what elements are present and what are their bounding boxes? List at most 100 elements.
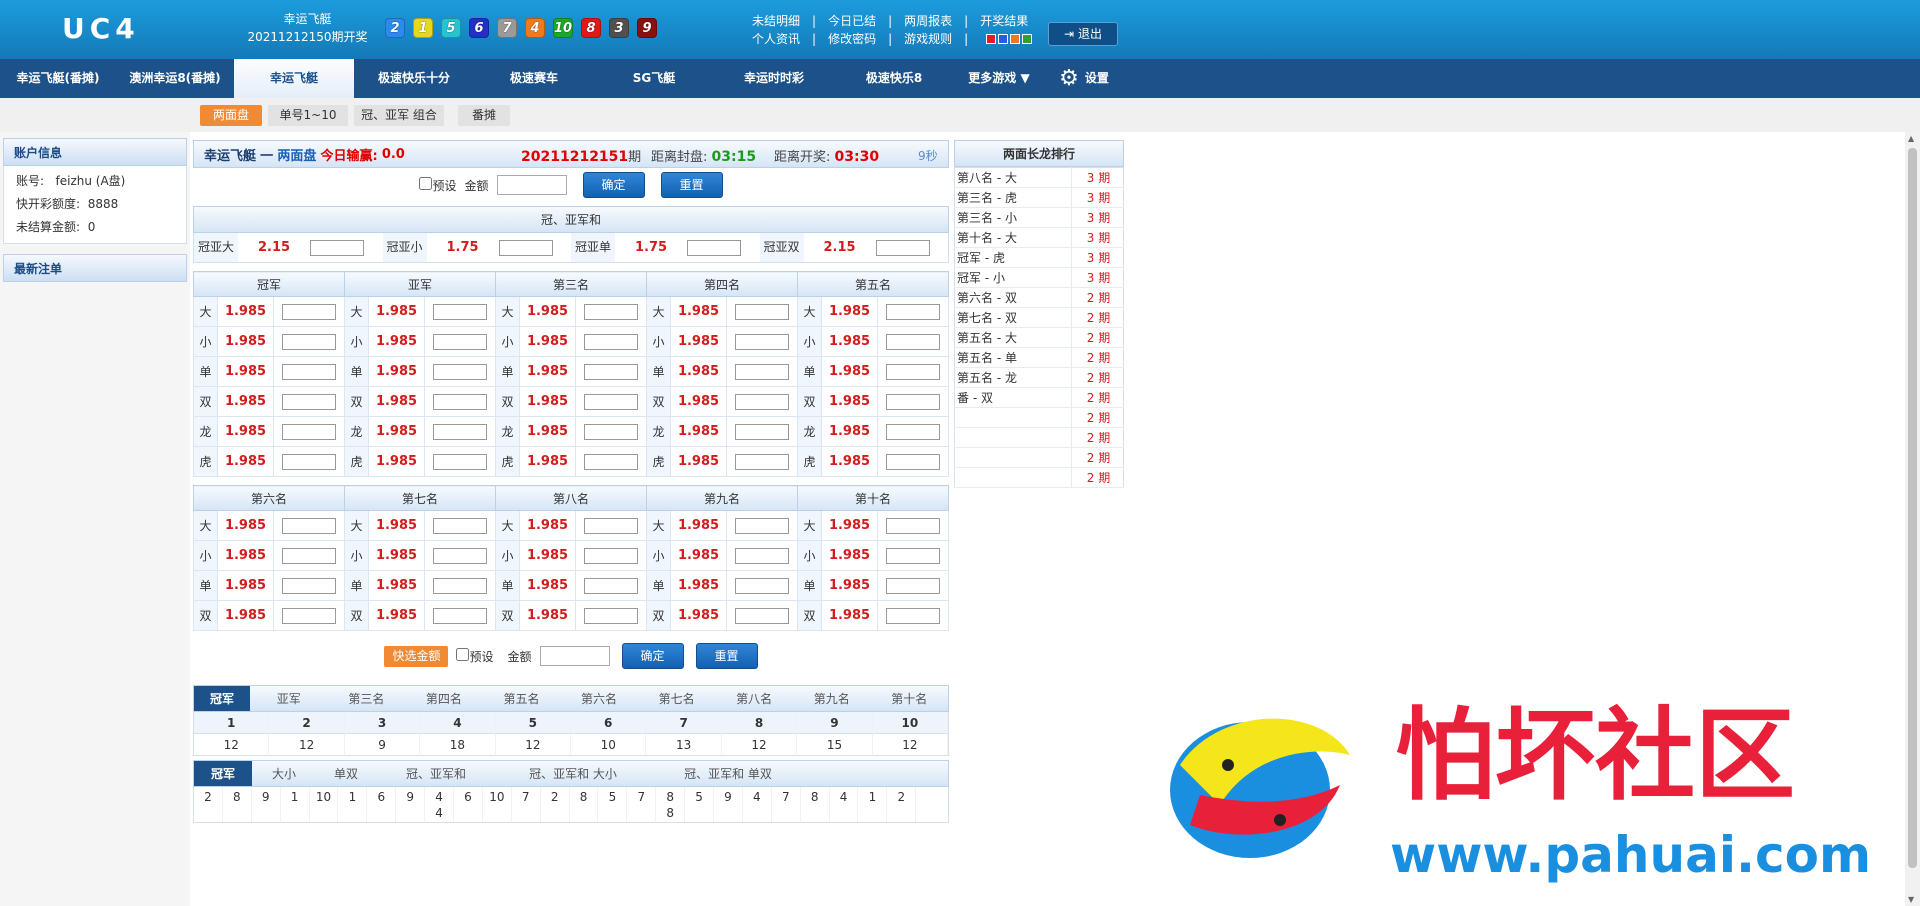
bet-amount-input[interactable] xyxy=(735,577,789,594)
recent-bets-title[interactable]: 最新注单 xyxy=(3,254,187,282)
bet-amount-input[interactable] xyxy=(584,363,638,380)
bet-amount-input[interactable] xyxy=(433,577,487,594)
nav-tab-6[interactable]: SG飞艇 xyxy=(594,59,714,98)
stats-tab-3[interactable]: 第三名 xyxy=(328,686,406,711)
subtab-two-sides[interactable]: 两面盘 xyxy=(200,105,262,126)
bet-amount-input[interactable] xyxy=(886,423,940,440)
stats-tab-7[interactable]: 第七名 xyxy=(638,686,716,711)
bet-amount-input[interactable] xyxy=(282,393,336,410)
bet-amount-input[interactable] xyxy=(433,393,487,410)
subtab-single-number[interactable]: 单号1~10 xyxy=(268,105,348,126)
gyh-amount-input[interactable] xyxy=(875,239,930,256)
bet-amount-input[interactable] xyxy=(433,453,487,470)
header-link-hrow1-2[interactable]: 两周报表 xyxy=(904,12,952,30)
theme-swatch-1[interactable] xyxy=(986,34,997,44)
subtab-champion-runner-combo[interactable]: 冠、亚军 组合 xyxy=(354,105,444,126)
trend-tab-3[interactable]: 单双 xyxy=(316,761,376,786)
nav-tab-7[interactable]: 幸运时时彩 xyxy=(714,59,834,98)
bet-amount-input[interactable] xyxy=(433,607,487,624)
bet-amount-input[interactable] xyxy=(735,333,789,350)
stats-tab-5[interactable]: 第五名 xyxy=(483,686,561,711)
preset-checkbox-label-bottom[interactable]: 预设 xyxy=(456,647,493,665)
bet-amount-input[interactable] xyxy=(886,517,940,534)
preset-checkbox-bottom[interactable] xyxy=(456,647,470,661)
amount-input[interactable] xyxy=(496,175,567,195)
bet-amount-input[interactable] xyxy=(433,333,487,350)
bet-amount-input[interactable] xyxy=(886,607,940,624)
bet-amount-input[interactable] xyxy=(886,453,940,470)
bet-amount-input[interactable] xyxy=(886,363,940,380)
bet-amount-input[interactable] xyxy=(735,393,789,410)
reset-button[interactable]: 重置 xyxy=(660,172,723,198)
stats-tab-2[interactable]: 亚军 xyxy=(250,686,328,711)
bet-amount-input[interactable] xyxy=(282,303,336,320)
gyh-amount-input[interactable] xyxy=(310,239,365,256)
bet-amount-input[interactable] xyxy=(282,517,336,534)
trend-tab-2[interactable]: 大小 xyxy=(252,761,316,786)
stats-tab-6[interactable]: 第六名 xyxy=(560,686,638,711)
bet-amount-input[interactable] xyxy=(433,303,487,320)
nav-tab-3[interactable]: 幸运飞艇 xyxy=(234,59,354,98)
bet-amount-input[interactable] xyxy=(584,423,638,440)
bet-amount-input[interactable] xyxy=(282,453,336,470)
logout-button[interactable]: ⇥ 退出 xyxy=(1048,22,1118,46)
bet-amount-input[interactable] xyxy=(886,577,940,594)
preset-checkbox[interactable] xyxy=(419,176,433,190)
bet-amount-input[interactable] xyxy=(584,607,638,624)
bet-amount-input[interactable] xyxy=(282,363,336,380)
header-link-hrow1-3[interactable]: 开奖结果 xyxy=(980,12,1028,30)
theme-swatch-4[interactable] xyxy=(1022,34,1033,44)
bet-amount-input[interactable] xyxy=(433,423,487,440)
nav-tab-1[interactable]: 幸运飞艇(番摊) xyxy=(0,59,116,98)
bet-amount-input[interactable] xyxy=(282,577,336,594)
stats-tab-10[interactable]: 第十名 xyxy=(871,686,949,711)
scroll-up-icon[interactable]: ▲ xyxy=(1908,134,1914,143)
bet-amount-input[interactable] xyxy=(584,453,638,470)
amount-input-bottom[interactable] xyxy=(539,646,610,666)
bet-amount-input[interactable] xyxy=(433,363,487,380)
header-link-hrow2-0[interactable]: 个人资讯 xyxy=(752,30,800,48)
bet-amount-input[interactable] xyxy=(433,547,487,564)
preset-checkbox-label[interactable]: 预设 xyxy=(419,176,456,194)
nav-tab-9[interactable]: 更多游戏 ▼ xyxy=(954,59,1044,98)
nav-tab-4[interactable]: 极速快乐十分 xyxy=(354,59,474,98)
trend-tab-5[interactable]: 冠、亚军和 大小 xyxy=(496,761,650,786)
bet-amount-input[interactable] xyxy=(735,363,789,380)
scroll-thumb[interactable] xyxy=(1908,148,1917,868)
confirm-button[interactable]: 确定 xyxy=(582,172,645,198)
theme-swatch-2[interactable] xyxy=(998,34,1009,44)
page-scrollbar[interactable]: ▲ ▼ xyxy=(1905,132,1920,906)
bet-amount-input[interactable] xyxy=(735,453,789,470)
bet-amount-input[interactable] xyxy=(735,423,789,440)
trend-tab-6[interactable]: 冠、亚军和 单双 xyxy=(650,761,806,786)
gyh-amount-input[interactable] xyxy=(498,239,553,256)
bet-amount-input[interactable] xyxy=(282,547,336,564)
scroll-down-icon[interactable]: ▼ xyxy=(1908,895,1914,904)
bet-amount-input[interactable] xyxy=(584,547,638,564)
bet-amount-input[interactable] xyxy=(584,577,638,594)
gyh-amount-input[interactable] xyxy=(687,239,742,256)
settings-button[interactable]: ⚙ 设置 xyxy=(1044,59,1124,98)
bet-amount-input[interactable] xyxy=(735,547,789,564)
bet-amount-input[interactable] xyxy=(735,607,789,624)
stats-tab-1[interactable]: 冠军 xyxy=(194,686,250,711)
refresh-timer[interactable]: 9秒 xyxy=(918,147,938,164)
stats-tab-4[interactable]: 第四名 xyxy=(405,686,483,711)
nav-tab-5[interactable]: 极速赛车 xyxy=(474,59,594,98)
bet-amount-input[interactable] xyxy=(584,517,638,534)
bet-amount-input[interactable] xyxy=(282,333,336,350)
bet-amount-input[interactable] xyxy=(886,303,940,320)
trend-tab-1[interactable]: 冠军 xyxy=(194,761,252,786)
bet-amount-input[interactable] xyxy=(735,303,789,320)
bet-amount-input[interactable] xyxy=(584,303,638,320)
bet-amount-input[interactable] xyxy=(735,517,789,534)
theme-swatch-3[interactable] xyxy=(1010,34,1021,44)
bet-amount-input[interactable] xyxy=(886,547,940,564)
nav-tab-2[interactable]: 澳洲幸运8(番摊) xyxy=(116,59,234,98)
subtab-fantan[interactable]: 番摊 xyxy=(458,105,510,126)
quick-amount-button[interactable]: 快选金额 xyxy=(384,645,449,667)
bet-amount-input[interactable] xyxy=(282,607,336,624)
bet-amount-input[interactable] xyxy=(584,333,638,350)
bet-amount-input[interactable] xyxy=(584,393,638,410)
trend-tab-4[interactable]: 冠、亚军和 xyxy=(376,761,496,786)
